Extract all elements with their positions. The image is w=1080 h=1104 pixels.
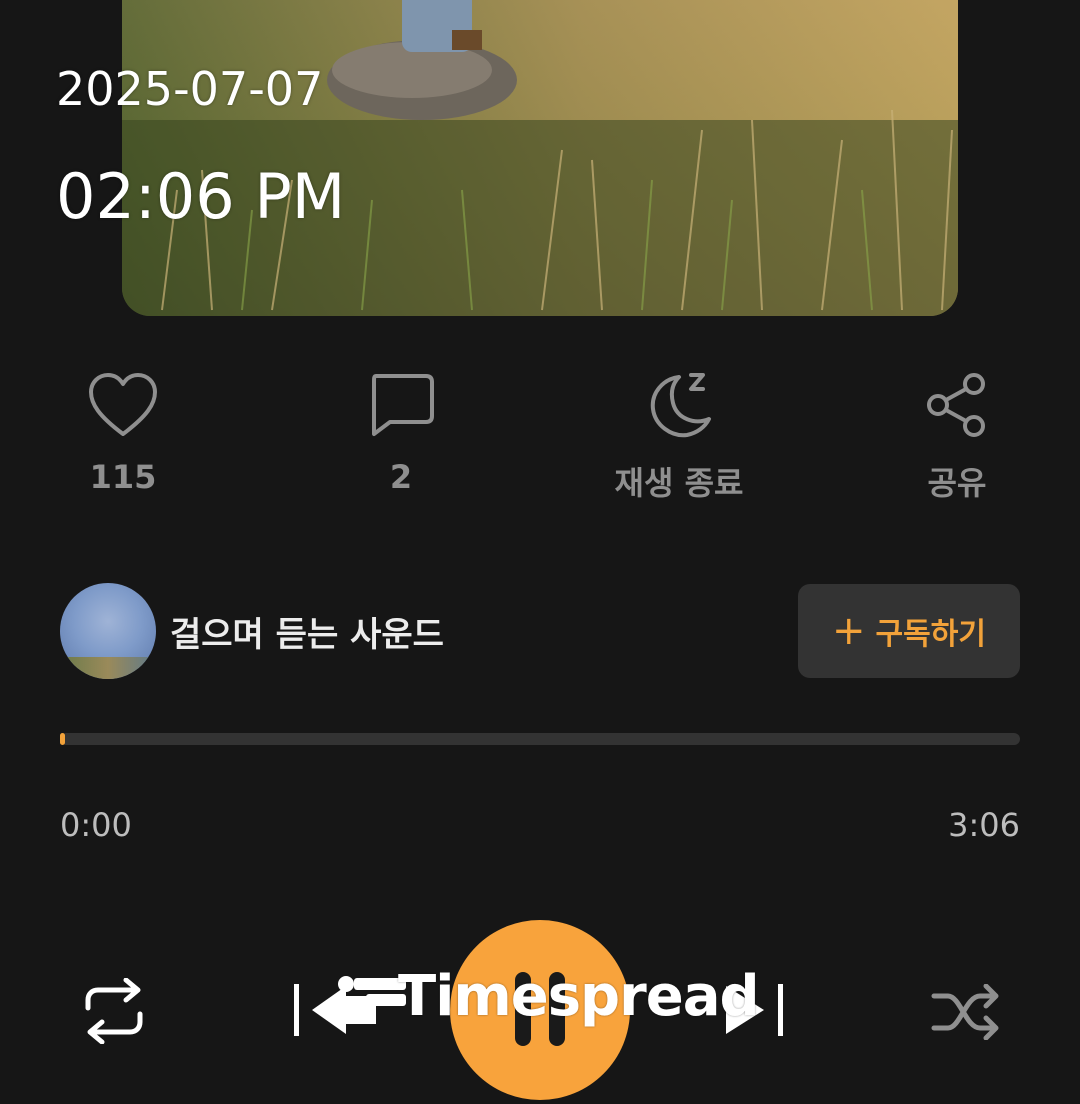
album-cover-image [122, 0, 958, 316]
comment-icon [372, 374, 434, 436]
progress-fill [60, 733, 65, 745]
heart-icon [89, 373, 157, 436]
shuffle-button[interactable] [930, 983, 1002, 1044]
share-icon [927, 373, 985, 437]
share-label: 공유 [927, 464, 987, 502]
current-time: 0:00 [60, 806, 132, 844]
shuffle-icon [931, 983, 999, 1041]
sleep-timer-button[interactable]: 재생 종료 [589, 360, 769, 504]
repeat-icon [85, 977, 143, 1045]
comment-count: 2 [389, 458, 413, 496]
moon-sleep-icon [650, 373, 711, 438]
plus-icon: + [832, 608, 866, 654]
like-button[interactable]: 115 [33, 360, 213, 496]
subscribe-label: 구독하기 [875, 617, 986, 652]
comment-button[interactable]: 2 [311, 360, 491, 496]
watermark-text: Timespread [398, 964, 760, 1029]
action-row: 115 2 재생 종료 공유 [0, 360, 1080, 520]
duration: 3:06 [948, 806, 1020, 844]
watermark: Timespread [296, 962, 796, 1048]
subscribe-button[interactable]: + 구독하기 [798, 584, 1020, 678]
sleep-timer-label: 재생 종료 [614, 464, 744, 502]
time-stamp: 02:06 PM [56, 160, 346, 233]
channel-avatar[interactable] [60, 583, 156, 679]
like-count: 115 [89, 458, 157, 496]
date-stamp: 2025-07-07 [56, 62, 324, 116]
share-button[interactable]: 공유 [867, 360, 1047, 504]
cover-artwork [122, 0, 958, 316]
progress-bar[interactable] [60, 733, 1020, 745]
channel-name[interactable]: 걸으며 듣는 사운드 [170, 607, 444, 656]
repeat-button[interactable] [80, 977, 148, 1048]
